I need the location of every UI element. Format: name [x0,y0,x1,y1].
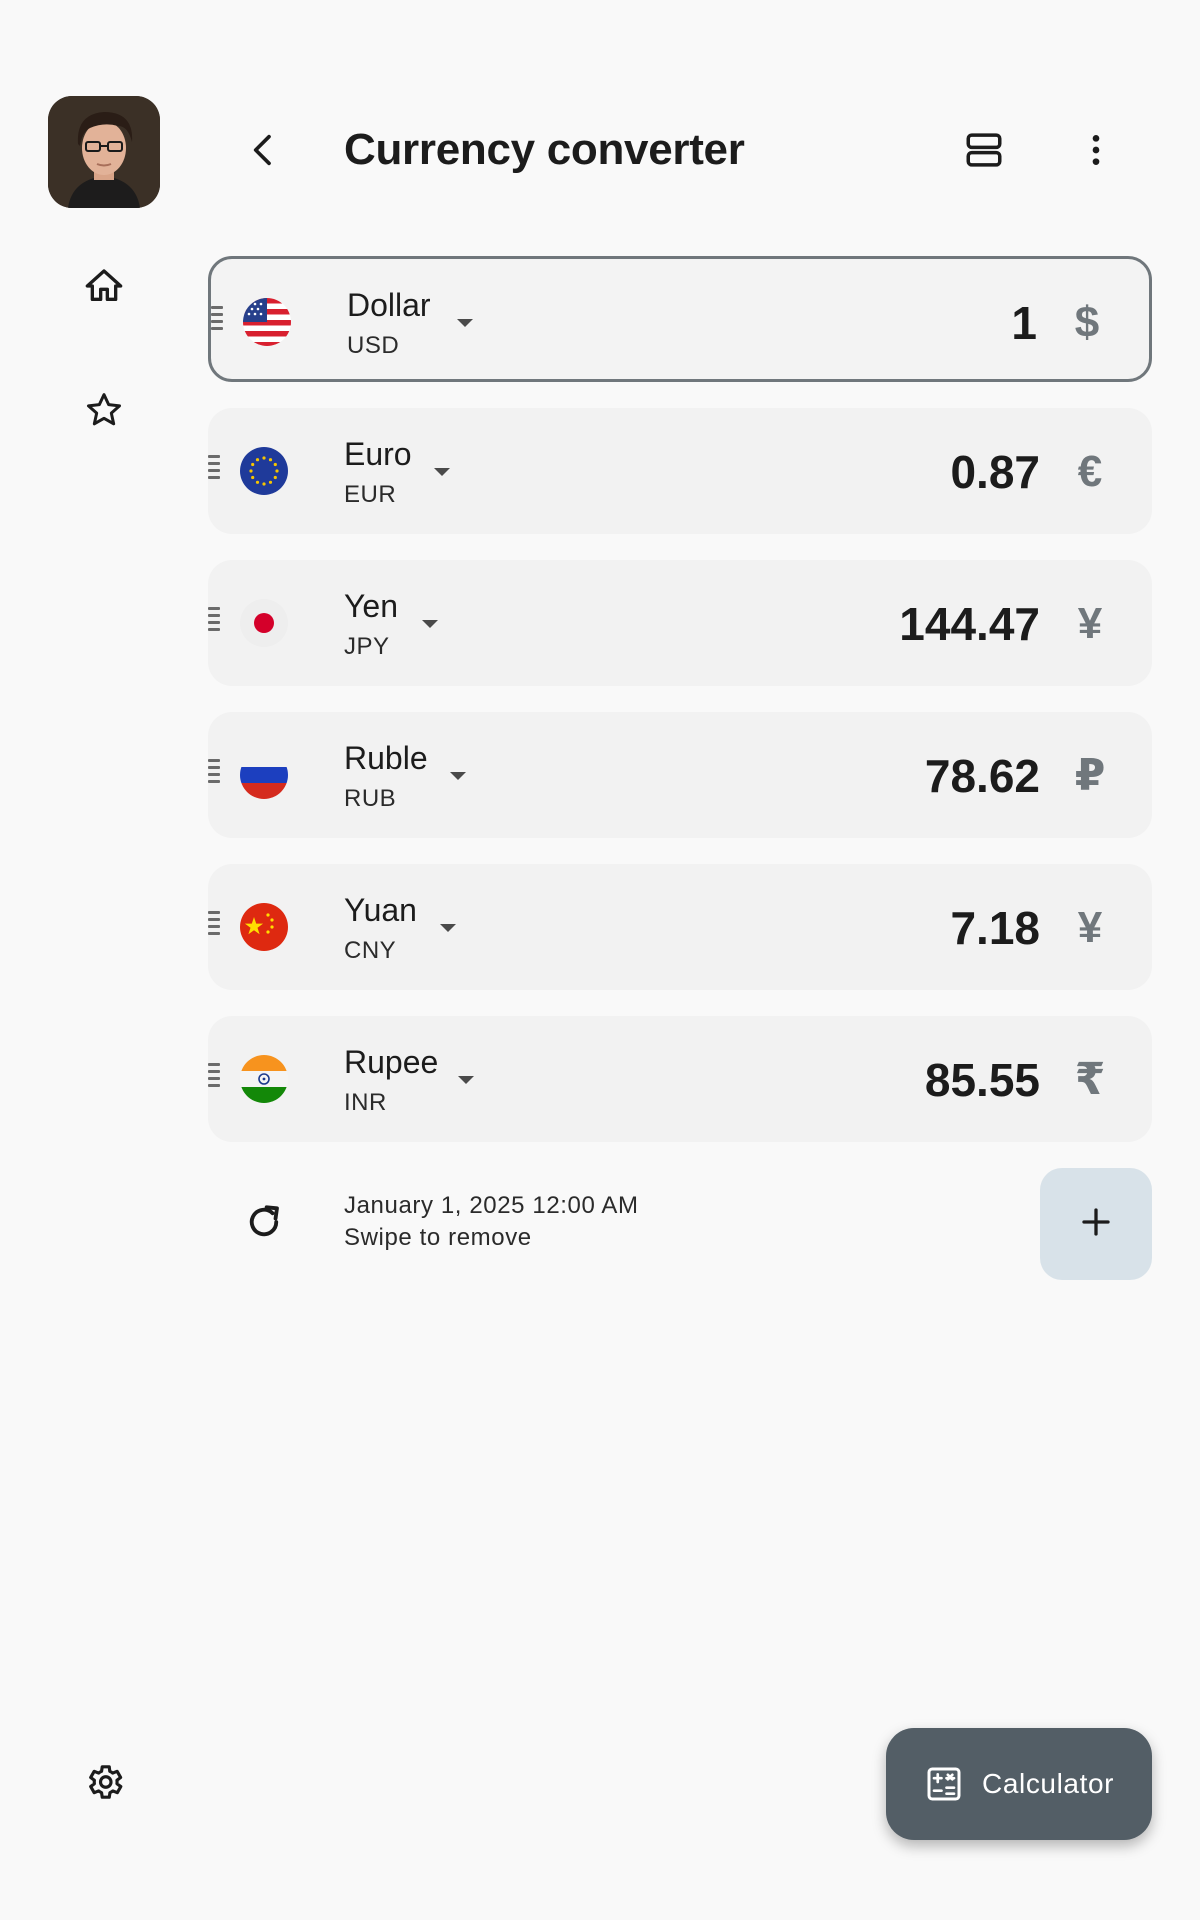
currency-card-rub[interactable]: Ruble RUB 78.62 ₽ [208,712,1152,838]
page-title: Currency converter [344,125,745,174]
drag-handle-icon[interactable] [208,759,220,789]
currency-code: RUB [344,785,397,812]
currency-symbol: € [1077,447,1103,496]
nav-favorites[interactable] [74,382,134,442]
currency-amount-input[interactable]: 85.55 [925,1054,1040,1106]
currency-symbol: ¥ [1077,903,1103,952]
calculator-label: Calculator [982,1768,1115,1799]
currency-card-usd[interactable]: Dollar USD 1 $ [208,256,1152,382]
currency-code: INR [344,1089,387,1116]
refresh-button[interactable] [232,1192,296,1256]
navigation-rail [0,0,190,1920]
currency-amount-input[interactable]: 144.47 [899,598,1040,650]
chevron-down-icon[interactable] [440,924,456,932]
currency-code: JPY [344,633,390,660]
currency-amount-input[interactable]: 7.18 [950,902,1040,954]
chevron-down-icon[interactable] [434,468,450,476]
view-agenda-icon [963,129,1005,176]
currency-name: Ruble [344,740,428,776]
chevron-down-icon[interactable] [458,1076,474,1084]
more-vert-icon [1076,130,1116,175]
ru-flag-icon [240,751,288,799]
currency-card-eur[interactable]: Euro EUR 0.87 € [208,408,1152,534]
user-avatar[interactable] [48,96,160,208]
currency-card-cny[interactable]: Yuan CNY 7.18 ¥ [208,864,1152,990]
drag-handle-icon[interactable] [208,455,220,485]
in-flag-icon [240,1055,288,1103]
layout-toggle-button[interactable] [952,120,1016,184]
currency-name: Dollar [347,287,431,323]
jp-flag-icon [240,599,288,647]
last-updated-timestamp: January 1, 2025 12:00 AM [344,1192,639,1219]
eu-flag-icon [240,447,288,495]
drag-handle-icon[interactable] [208,911,220,941]
calculator-button[interactable]: Calculator [886,1728,1152,1840]
currency-name: Euro [344,436,412,472]
star-icon [84,390,124,435]
currency-card-jpy[interactable]: Yen JPY 144.47 ¥ [208,560,1152,686]
currency-amount-input[interactable]: 0.87 [950,446,1040,498]
drag-handle-icon[interactable] [208,607,220,637]
nav-home[interactable] [74,258,134,318]
currency-amount-input[interactable]: 1 [1011,297,1037,349]
back-button[interactable] [232,120,296,184]
add-icon [1078,1204,1114,1245]
nav-settings[interactable] [74,1754,134,1814]
swipe-hint: Swipe to remove [344,1224,532,1251]
currency-symbol: $ [1074,298,1100,347]
currency-code: EUR [344,481,397,508]
refresh-icon [243,1201,285,1248]
currency-symbol: ₹ [1074,1055,1106,1104]
drag-handle-icon[interactable] [208,1063,220,1093]
add-currency-button[interactable] [1040,1168,1152,1280]
calculator-icon [924,1764,964,1804]
home-icon [84,266,124,311]
currency-code: CNY [344,937,397,964]
chevron-down-icon[interactable] [422,620,438,628]
currency-symbol: ¥ [1077,599,1103,648]
currency-code: USD [347,332,400,359]
more-options-button[interactable] [1064,120,1128,184]
currency-amount-input[interactable]: 78.62 [925,750,1040,802]
currency-name: Rupee [344,1044,439,1080]
currency-card-inr[interactable]: Rupee INR 85.55 ₹ [208,1016,1152,1142]
arrow-back-icon [244,130,284,175]
chevron-down-icon[interactable] [450,772,466,780]
drag-handle-icon[interactable] [211,306,223,336]
us-flag-icon [243,298,291,346]
currency-symbol: ₽ [1074,751,1106,800]
cn-flag-icon [240,903,288,951]
chevron-down-icon[interactable] [457,319,473,327]
currency-name: Yen [344,588,398,624]
gear-icon [83,1761,125,1808]
currency-name: Yuan [344,892,417,928]
